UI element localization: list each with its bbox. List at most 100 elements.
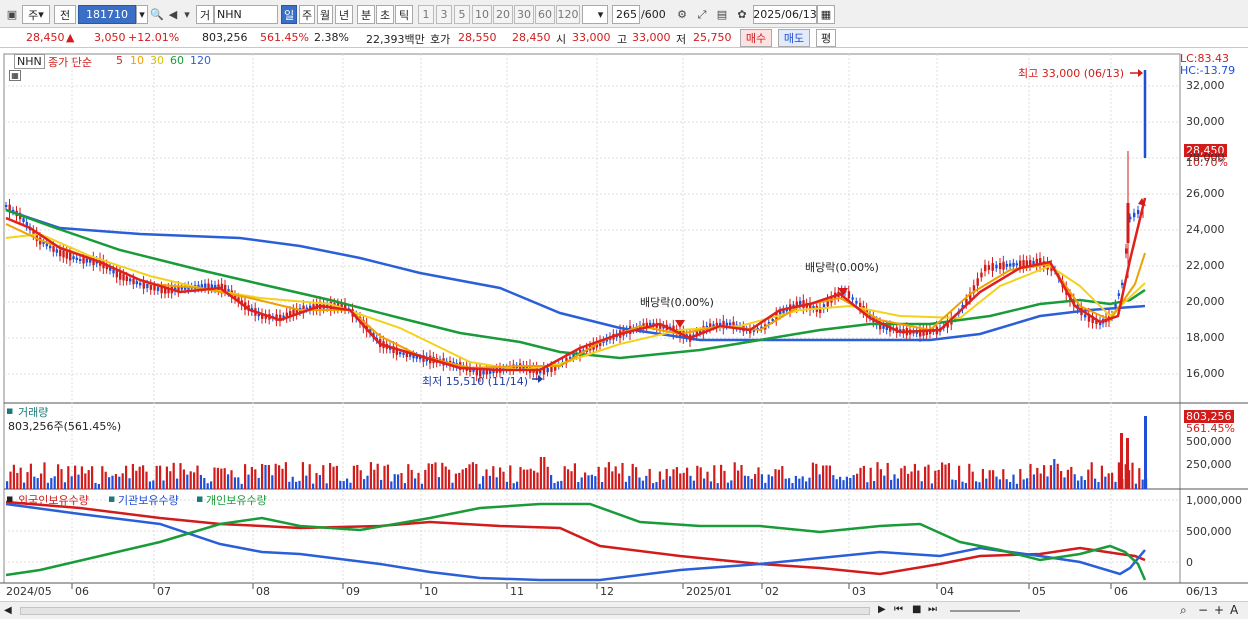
volume-bar (505, 481, 508, 489)
volume-bar (152, 480, 155, 489)
holding-tick-500000: 500,000 (1186, 525, 1232, 538)
zoom-in-icon[interactable]: + (1214, 603, 1224, 617)
play-icon[interactable]: ▶ (878, 604, 886, 615)
zoom-slider[interactable] (950, 610, 1020, 612)
zoom-search-icon[interactable]: ⌕ (1180, 603, 1187, 618)
x-label-2025-01: 2025/01 (686, 585, 732, 598)
volume-bar (84, 473, 87, 489)
interval-60[interactable]: 60 (535, 5, 555, 24)
scrollbar-track[interactable] (20, 607, 870, 615)
volume-bar (662, 479, 665, 489)
volume-pct: 561.45% (260, 31, 309, 44)
chevron-down-icon[interactable]: ▾ (182, 5, 192, 24)
prev-button[interactable]: 전 (54, 5, 76, 24)
tab-week-label: 주 (301, 8, 313, 22)
volume-bar (1015, 483, 1018, 489)
zoom-out-icon[interactable]: − (1198, 603, 1208, 617)
period-select[interactable]: 주 ▾ (22, 5, 50, 24)
market-button[interactable]: 거 (196, 5, 214, 24)
interval-20[interactable]: 20 (493, 5, 513, 24)
open-label: 시 (556, 33, 567, 46)
x-label-04: 04 (940, 585, 954, 598)
volume-bar (393, 474, 396, 489)
volume-bar (682, 472, 685, 489)
candle-body (991, 263, 994, 271)
interval-10-label: 10 (475, 8, 489, 21)
rewind-icon[interactable]: ⏮ (894, 604, 903, 615)
tab-week[interactable]: 주 (299, 5, 315, 24)
window-icon[interactable]: ▣ (4, 5, 20, 24)
volume-bar (845, 476, 848, 489)
interval-5[interactable]: 5 (454, 5, 470, 24)
volume-bar (1100, 465, 1103, 489)
scroll-left-icon[interactable]: ◀ (4, 605, 12, 616)
volume-bar (424, 469, 427, 489)
market-button-label: 거 (199, 8, 211, 22)
volume-bar (329, 463, 332, 489)
legend-sep-2: ▪ (196, 492, 204, 505)
volume-bar (526, 469, 529, 489)
indicator-icon[interactable]: ⤢ (694, 5, 710, 24)
speaker-icon[interactable]: ◀ (166, 5, 180, 24)
stock-name-field[interactable]: NHN (214, 5, 278, 24)
volume-bar (461, 469, 464, 489)
volume-bar (46, 482, 49, 489)
candle-body (22, 218, 25, 223)
stock-code-input[interactable]: 181710 (78, 5, 136, 24)
gear-icon[interactable]: ✿ (734, 5, 750, 24)
volume-bar (322, 465, 325, 489)
volume-bar (805, 481, 808, 489)
volume-bar (427, 463, 430, 489)
eval-button[interactable]: 평 (816, 29, 836, 47)
tab-year[interactable]: 년 (335, 5, 353, 24)
custom-interval-dropdown-icon[interactable]: ▾ (594, 5, 608, 24)
buy-button[interactable]: 매수 (740, 29, 772, 47)
tab-minute[interactable]: 분 (357, 5, 375, 24)
volume-bar-spike-1 (1120, 433, 1123, 489)
volume-bar (760, 474, 763, 489)
code-dropdown-icon[interactable]: ▾ (136, 5, 148, 24)
interval-30[interactable]: 30 (514, 5, 534, 24)
tab-tick[interactable]: 틱 (395, 5, 413, 24)
tab-day[interactable]: 일 (281, 5, 297, 24)
volume-bar (162, 480, 165, 489)
forward-icon[interactable]: ⏭ (928, 604, 937, 615)
interval-3[interactable]: 3 (436, 5, 452, 24)
volume-bar (893, 474, 896, 489)
calendar-icon[interactable]: ▦ (817, 5, 835, 24)
volume-bar (577, 481, 580, 489)
volume-bar (1111, 472, 1114, 489)
x-label-03: 03 (852, 585, 866, 598)
stop-icon[interactable]: ■ (912, 604, 921, 615)
interval-1[interactable]: 1 (418, 5, 434, 24)
candle-body (122, 274, 125, 281)
legend-institution: 기관보유수량 (118, 494, 179, 507)
sell-button[interactable]: 매도 (778, 29, 810, 47)
save-icon[interactable]: ▤ (714, 5, 730, 24)
volume-bar (111, 475, 114, 489)
price-chart-svg[interactable] (0, 48, 1248, 621)
interval-10[interactable]: 10 (472, 5, 492, 24)
chart-settings-icon[interactable]: ⚙ (674, 5, 690, 24)
volume-bar (512, 483, 515, 489)
tab-month[interactable]: 월 (317, 5, 333, 24)
interval-1-label: 1 (422, 8, 430, 21)
interval-30-label: 30 (517, 8, 531, 21)
data-count-value: 265 (616, 8, 637, 21)
volume-bar (77, 474, 80, 489)
volume-bar (172, 462, 175, 489)
tab-second-label: 초 (379, 8, 391, 22)
search-icon[interactable]: 🔍 (150, 5, 164, 24)
interval-120[interactable]: 120 (556, 5, 580, 24)
tab-second[interactable]: 초 (376, 5, 394, 24)
volume-bar (522, 469, 525, 489)
toolbar: ▣ 주 ▾ 전 181710 ▾ 🔍 ◀ ▾ 거 NHN 일 주 월 년 분 초 … (0, 0, 1248, 28)
table-icon[interactable]: ▦ (9, 70, 21, 81)
font-size-icon[interactable]: A (1230, 603, 1238, 617)
open-price: 33,000 (572, 31, 611, 44)
volume-bar (138, 466, 141, 489)
date-input[interactable]: 2025/06/13 (753, 5, 817, 24)
data-count-input[interactable]: 265 (612, 5, 640, 24)
volume-bar (570, 471, 573, 489)
tab-minute-label: 분 (360, 8, 372, 22)
